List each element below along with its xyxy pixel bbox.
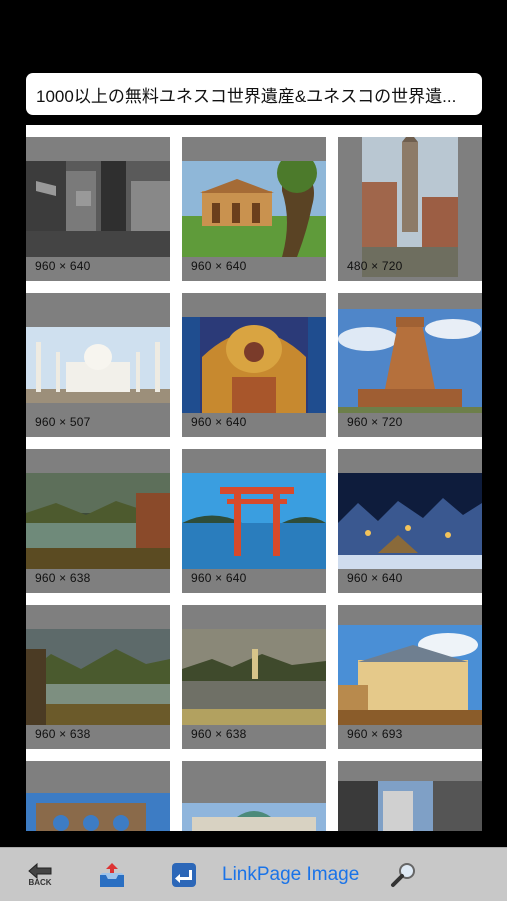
image-dimensions: 960 × 640 (191, 571, 247, 585)
image-dimensions: 960 × 640 (191, 415, 247, 429)
image-dimensions: 960 × 640 (191, 259, 247, 273)
image-dimensions: 960 × 640 (35, 259, 91, 273)
back-label: BACK (28, 878, 52, 887)
thumbnail-image (182, 629, 326, 725)
grid-tile-snow-village[interactable]: 960 × 640 (338, 449, 482, 593)
grid-tile-temple-tower[interactable]: 960 × 720 (338, 293, 482, 437)
grid-tile-mountain-lake[interactable]: 960 × 638 (26, 605, 170, 749)
thumbnail-image (26, 793, 170, 831)
link-page-image-button[interactable]: LinkPage Image (222, 848, 372, 901)
image-dimensions: 960 × 720 (347, 415, 403, 429)
thumbnail-image (182, 803, 326, 831)
image-grid[interactable]: 960 × 640 960 × 640 480 × 720 960 × 507 … (26, 125, 482, 831)
reply-button[interactable] (168, 848, 200, 901)
thumbnail-image (182, 473, 326, 569)
image-dimensions: 480 × 720 (347, 259, 403, 273)
search-button[interactable] (388, 848, 420, 901)
magnifier-icon (391, 862, 415, 887)
grid-tile-garden-pavilion[interactable]: 960 × 640 (182, 137, 326, 281)
page-title: 1000以上の無料ユネスコ世界遺産&ユネスコの世界遺... (26, 73, 482, 115)
thumbnail-image (338, 781, 482, 831)
image-dimensions: 960 × 638 (35, 727, 91, 741)
thumbnail-image (182, 161, 326, 257)
image-dimensions: 960 × 640 (347, 571, 403, 585)
back-button[interactable]: BACK (22, 848, 58, 901)
grid-tile-taj-mahal[interactable]: 960 × 507 (26, 293, 170, 437)
grid-tile-aqueduct[interactable] (26, 761, 170, 831)
grid-tile-ruins[interactable]: 960 × 640 (26, 137, 170, 281)
grid-tile-lake-landscape[interactable]: 960 × 638 (26, 449, 170, 593)
grid-tile-belfry[interactable]: 480 × 720 (338, 137, 482, 281)
thumbnail-image (26, 473, 170, 569)
grid-tile-palace[interactable]: 960 × 693 (338, 605, 482, 749)
grid-tile-baroque-palace[interactable] (182, 761, 326, 831)
thumbnail-image (338, 473, 482, 569)
thumbnail-image (26, 161, 170, 257)
thumbnail-image (362, 137, 458, 277)
thumbnail-image (182, 317, 326, 413)
reply-icon (172, 862, 196, 887)
image-dimensions: 960 × 507 (35, 415, 91, 429)
image-dimensions: 960 × 638 (35, 571, 91, 585)
image-dimensions: 960 × 693 (347, 727, 403, 741)
bottom-toolbar: BACK LinkPage Image (0, 847, 507, 901)
inbox-tray-icon (100, 862, 124, 887)
save-to-tray-button[interactable] (96, 848, 128, 901)
grid-tile-torii-gate[interactable]: 960 × 640 (182, 449, 326, 593)
thumbnail-image (338, 309, 482, 413)
grid-tile-reflection-lake[interactable]: 960 × 638 (182, 605, 326, 749)
thumbnail-image (338, 625, 482, 725)
thumbnail-image (26, 327, 170, 403)
thumbnail-image (26, 629, 170, 725)
grid-tile-city-buildings[interactable] (338, 761, 482, 831)
image-dimensions: 960 × 638 (191, 727, 247, 741)
grid-tile-mosaic-church[interactable]: 960 × 640 (182, 293, 326, 437)
